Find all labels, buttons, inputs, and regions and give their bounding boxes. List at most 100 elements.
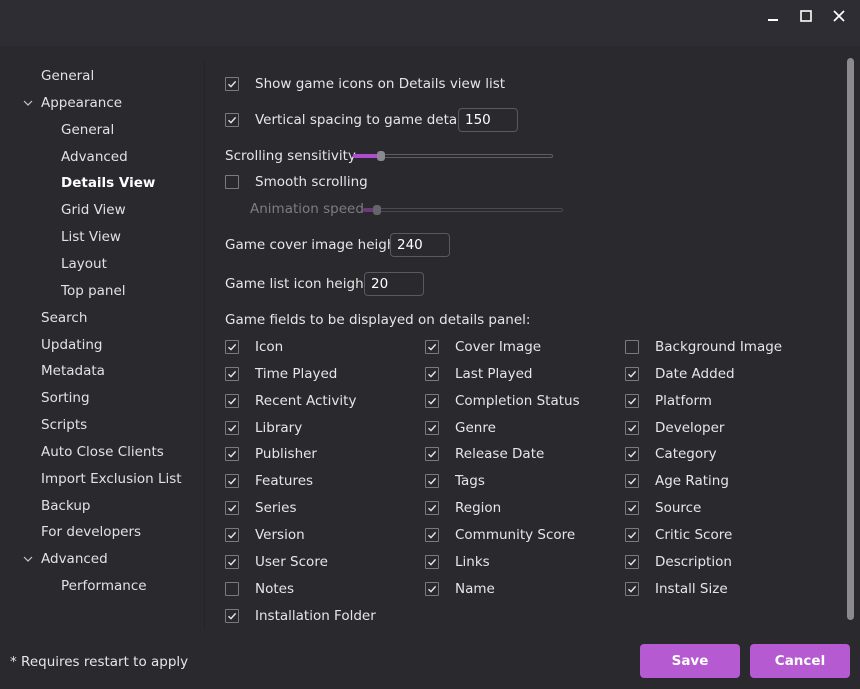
field-option-last-played[interactable]: Last Played	[425, 362, 532, 386]
show-icons-setting[interactable]: Show game icons on Details view list	[225, 72, 505, 96]
field-checkbox[interactable]	[225, 447, 239, 462]
field-checkbox[interactable]	[625, 474, 639, 489]
sidebar-item-layout[interactable]: Layout	[61, 253, 107, 275]
field-option-region[interactable]: Region	[425, 496, 501, 520]
field-option-features[interactable]: Features	[225, 469, 313, 493]
field-checkbox[interactable]	[625, 501, 639, 516]
sidebar-item-grid-view[interactable]: Grid View	[61, 199, 126, 221]
field-option-name[interactable]: Name	[425, 577, 495, 601]
sidebar-item-auto-close-clients[interactable]: Auto Close Clients	[41, 441, 164, 463]
vertical-spacing-input[interactable]: 150	[458, 108, 518, 132]
sidebar-item-advanced[interactable]: Advanced	[61, 146, 128, 168]
field-checkbox[interactable]	[225, 366, 239, 381]
maximize-button[interactable]	[793, 4, 819, 28]
vertical-spacing-setting[interactable]: Vertical spacing to game details	[225, 108, 472, 132]
scrolling-sensitivity-slider[interactable]	[353, 151, 553, 161]
field-checkbox[interactable]	[225, 340, 239, 354]
save-button[interactable]: Save	[640, 644, 740, 678]
sidebar-item-scripts[interactable]: Scripts	[41, 414, 87, 436]
field-checkbox[interactable]	[625, 447, 639, 462]
chevron-down-icon[interactable]	[22, 548, 34, 570]
sidebar-item-for-developers[interactable]: For developers	[41, 521, 141, 543]
field-option-category[interactable]: Category	[625, 442, 717, 466]
field-checkbox[interactable]	[225, 527, 239, 542]
smooth-scrolling-setting[interactable]: Smooth scrolling	[225, 170, 368, 194]
field-option-background-image[interactable]: Background Image	[625, 335, 782, 359]
field-checkbox[interactable]	[425, 366, 439, 381]
vertical-spacing-checkbox[interactable]	[225, 113, 239, 127]
field-option-description[interactable]: Description	[625, 550, 732, 574]
field-option-platform[interactable]: Platform	[625, 389, 712, 413]
field-option-installation-folder[interactable]: Installation Folder	[225, 604, 376, 628]
field-checkbox[interactable]	[625, 366, 639, 381]
cancel-button[interactable]: Cancel	[750, 644, 850, 678]
field-option-completion-status[interactable]: Completion Status	[425, 389, 580, 413]
field-checkbox[interactable]	[425, 393, 439, 408]
field-checkbox[interactable]	[225, 554, 239, 569]
field-checkbox[interactable]	[425, 447, 439, 462]
field-option-tags[interactable]: Tags	[425, 469, 485, 493]
field-checkbox[interactable]	[225, 501, 239, 516]
field-checkbox[interactable]	[425, 527, 439, 542]
field-checkbox[interactable]	[425, 474, 439, 489]
field-option-version[interactable]: Version	[225, 523, 305, 547]
field-checkbox[interactable]	[425, 340, 439, 354]
field-option-library[interactable]: Library	[225, 416, 302, 440]
scrollbar-thumb[interactable]	[847, 58, 854, 620]
sidebar-item-details-view[interactable]: Details View	[61, 172, 155, 194]
field-option-date-added[interactable]: Date Added	[625, 362, 735, 386]
minimize-button[interactable]	[760, 4, 786, 28]
field-checkbox[interactable]	[225, 581, 239, 596]
field-checkbox[interactable]	[225, 420, 239, 435]
field-option-recent-activity[interactable]: Recent Activity	[225, 389, 356, 413]
field-option-source[interactable]: Source	[625, 496, 701, 520]
field-checkbox[interactable]	[625, 393, 639, 408]
sidebar-item-updating[interactable]: Updating	[41, 334, 102, 356]
field-option-links[interactable]: Links	[425, 550, 490, 574]
sidebar-item-metadata[interactable]: Metadata	[41, 360, 105, 382]
field-option-install-size[interactable]: Install Size	[625, 577, 728, 601]
field-checkbox[interactable]	[425, 501, 439, 516]
field-checkbox[interactable]	[625, 554, 639, 569]
show-icons-checkbox[interactable]	[225, 77, 239, 91]
field-option-publisher[interactable]: Publisher	[225, 442, 317, 466]
field-checkbox[interactable]	[625, 340, 639, 354]
field-checkbox[interactable]	[625, 420, 639, 435]
close-button[interactable]	[826, 4, 852, 28]
field-checkbox[interactable]	[625, 527, 639, 542]
sidebar-item-general[interactable]: General	[41, 65, 94, 87]
field-option-critic-score[interactable]: Critic Score	[625, 523, 732, 547]
field-option-notes[interactable]: Notes	[225, 577, 294, 601]
field-checkbox[interactable]	[425, 581, 439, 596]
sidebar-item-appearance[interactable]: Appearance	[41, 92, 122, 114]
field-option-series[interactable]: Series	[225, 496, 297, 520]
chevron-down-icon[interactable]	[22, 92, 34, 114]
field-checkbox[interactable]	[625, 581, 639, 596]
sidebar-item-search[interactable]: Search	[41, 307, 87, 329]
sidebar-item-general[interactable]: General	[61, 119, 114, 141]
sidebar-item-import-exclusion-list[interactable]: Import Exclusion List	[41, 468, 182, 490]
field-checkbox[interactable]	[225, 393, 239, 408]
field-checkbox[interactable]	[225, 608, 239, 623]
smooth-scrolling-checkbox[interactable]	[225, 175, 239, 189]
sidebar-item-backup[interactable]: Backup	[41, 495, 91, 517]
field-checkbox[interactable]	[425, 554, 439, 569]
cover-height-input[interactable]: 240	[390, 233, 450, 257]
sidebar-item-top-panel[interactable]: Top panel	[61, 280, 126, 302]
field-option-release-date[interactable]: Release Date	[425, 442, 544, 466]
field-option-genre[interactable]: Genre	[425, 416, 496, 440]
field-option-community-score[interactable]: Community Score	[425, 523, 575, 547]
sidebar-item-list-view[interactable]: List View	[61, 226, 121, 248]
field-option-user-score[interactable]: User Score	[225, 550, 328, 574]
sidebar-item-performance[interactable]: Performance	[61, 575, 147, 597]
field-option-cover-image[interactable]: Cover Image	[425, 335, 541, 359]
slider-thumb[interactable]	[377, 151, 385, 161]
field-option-time-played[interactable]: Time Played	[225, 362, 337, 386]
field-checkbox[interactable]	[425, 420, 439, 435]
list-icon-height-input[interactable]: 20	[364, 272, 424, 296]
field-option-age-rating[interactable]: Age Rating	[625, 469, 729, 493]
field-option-icon[interactable]: Icon	[225, 335, 283, 359]
field-option-developer[interactable]: Developer	[625, 416, 724, 440]
sidebar-item-sorting[interactable]: Sorting	[41, 387, 90, 409]
sidebar-item-advanced[interactable]: Advanced	[41, 548, 108, 570]
